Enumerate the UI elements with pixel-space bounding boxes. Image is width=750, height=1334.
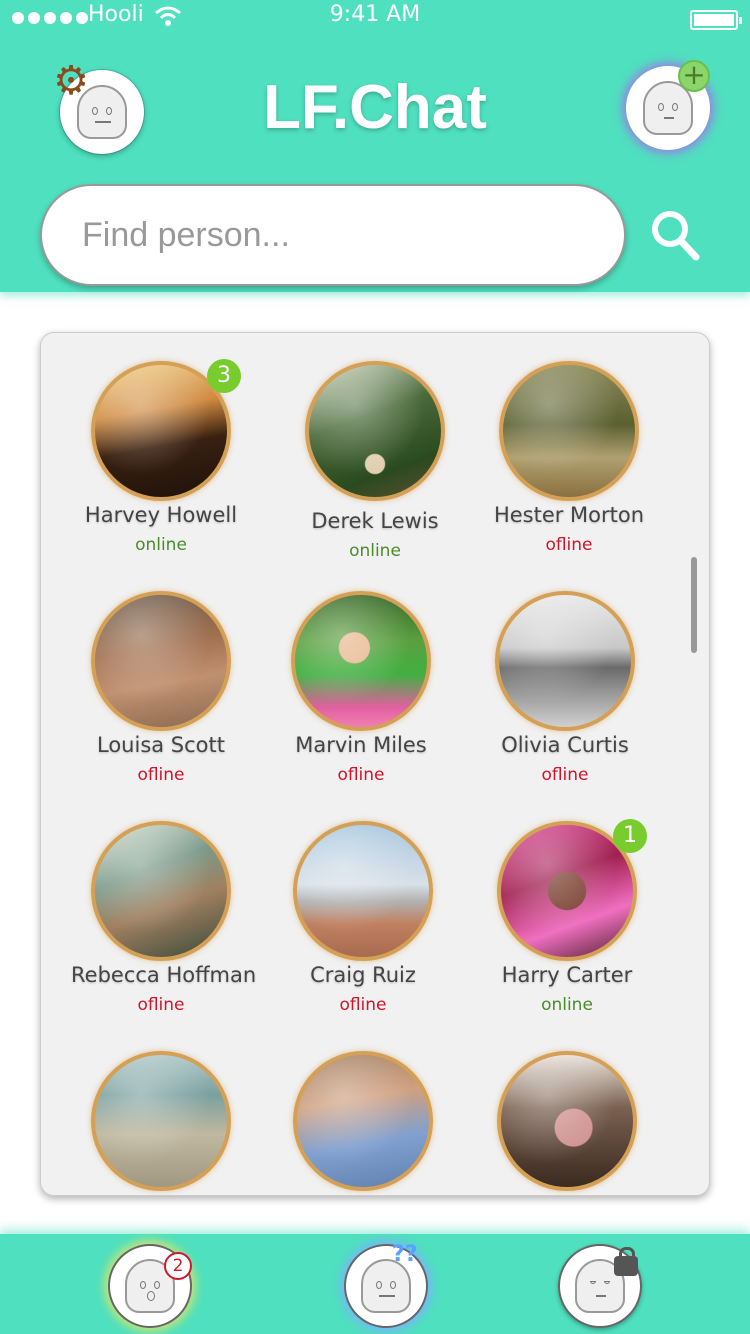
blob-avatar-icon	[361, 1259, 411, 1313]
contact-photo[interactable]	[91, 591, 231, 731]
contact-card[interactable]	[273, 1051, 453, 1193]
contact-list[interactable]: 3 Harvey Howell online Derek Lewis onlin…	[40, 332, 710, 1196]
battery-icon	[690, 10, 742, 30]
contact-photo[interactable]	[91, 821, 231, 961]
contact-status: ofline	[337, 765, 385, 785]
add-contact-icon[interactable]: +	[678, 60, 710, 92]
help-icon: ??	[392, 1242, 418, 1267]
contact-photo[interactable]	[499, 361, 639, 501]
chat-contacts-screen: Hooli 9:41 AM ⚙ LF.Chat + Find person...…	[0, 0, 750, 1334]
contact-status: online	[349, 541, 401, 561]
lock-icon	[614, 1247, 638, 1276]
contact-name: Harry Carter	[501, 963, 633, 987]
bottom-nav: 2 ??	[0, 1234, 750, 1334]
contact-status: ofline	[339, 995, 387, 1015]
contact-name: Derek Lewis	[311, 509, 439, 533]
contact-name: Rebecca Hoffman	[71, 963, 257, 987]
contact-card[interactable]: Hester Morton ofline	[479, 361, 659, 555]
unread-badge: 3	[207, 359, 241, 393]
contact-photo[interactable]	[291, 591, 431, 731]
contact-status: ofline	[137, 765, 185, 785]
notifications-icon: 2	[164, 1252, 192, 1280]
contact-status: ofline	[545, 535, 593, 555]
contact-name: Louisa Scott	[97, 733, 225, 757]
contact-card[interactable]: Rebecca Hoffman ofline	[71, 821, 257, 1015]
contact-photo[interactable]	[497, 1051, 637, 1191]
search-input[interactable]	[40, 184, 626, 286]
unread-badge: 1	[613, 819, 647, 853]
contact-name: Olivia Curtis	[501, 733, 629, 757]
contact-card[interactable]	[477, 1051, 657, 1193]
contact-photo[interactable]	[305, 361, 445, 501]
contact-card[interactable]: 1 Harry Carter online	[477, 819, 657, 1015]
contact-status: online	[541, 995, 593, 1015]
contact-photo[interactable]	[293, 1051, 433, 1191]
contact-status: ofline	[137, 995, 185, 1015]
contact-card[interactable]	[71, 1051, 251, 1193]
scrollbar[interactable]	[691, 557, 697, 653]
contact-photo[interactable]	[293, 821, 433, 961]
header: Hooli 9:41 AM ⚙ LF.Chat +	[0, 0, 750, 292]
contact-card[interactable]: 3 Harvey Howell online	[71, 359, 251, 555]
status-bar: Hooli 9:41 AM	[0, 0, 750, 40]
contact-card[interactable]: Marvin Miles ofline	[271, 591, 451, 785]
contact-name: Harvey Howell	[84, 503, 238, 527]
contact-card[interactable]: Derek Lewis online	[285, 361, 465, 561]
contact-status: online	[135, 535, 187, 555]
contact-photo[interactable]	[91, 1051, 231, 1191]
clock: 9:41 AM	[329, 2, 421, 27]
contact-name: Craig Ruiz	[310, 963, 416, 987]
contact-photo[interactable]	[495, 591, 635, 731]
contact-name: Marvin Miles	[295, 733, 427, 757]
contact-status: ofline	[541, 765, 589, 785]
contact-card[interactable]: Louisa Scott ofline	[71, 591, 251, 785]
search-icon[interactable]	[650, 208, 700, 262]
contact-name: Hester Morton	[493, 503, 645, 527]
contact-card[interactable]: Olivia Curtis ofline	[475, 591, 655, 785]
contact-card[interactable]: Craig Ruiz ofline	[273, 821, 453, 1015]
